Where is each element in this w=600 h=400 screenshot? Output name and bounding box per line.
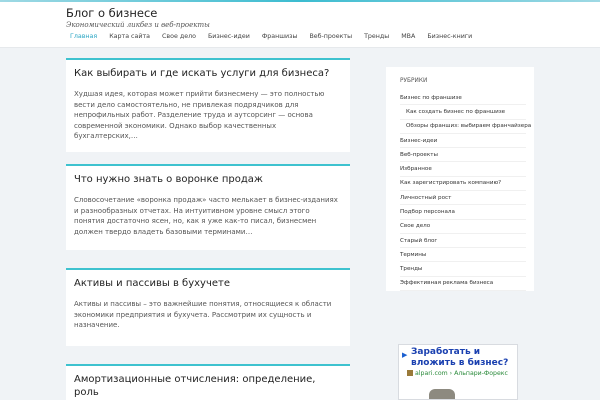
site-branding: Блог о бизнесе Экономический ликбез и ве…	[66, 7, 210, 30]
category-item[interactable]: Личностный рост	[400, 191, 526, 206]
category-list: Бизнес по франшизе Как создать бизнес по…	[386, 85, 534, 291]
nav-item-franchises[interactable]: Франшизы	[256, 31, 304, 42]
category-item[interactable]: Бизнес-идеи	[400, 134, 526, 149]
site-title[interactable]: Блог о бизнесе	[66, 7, 210, 20]
category-item[interactable]: Как зарегистрировать компанию?	[400, 177, 526, 191]
nav-item-mba[interactable]: MBA	[395, 31, 421, 42]
category-item[interactable]: Свое дело	[400, 220, 526, 234]
post-title[interactable]: Что нужно знать о воронке продаж	[66, 166, 350, 186]
category-item[interactable]: Веб-проекты	[400, 148, 526, 163]
ad-source[interactable]: alpari.com › Альпари-Форекс	[407, 370, 508, 377]
ad-image[interactable]	[429, 389, 455, 399]
post-excerpt: Активы и пассивы – это важнейшие понятия…	[74, 300, 332, 329]
category-item[interactable]: Обзоры франшиз: выбираем франчайзера	[400, 120, 531, 134]
nav-item-business-books[interactable]: Бизнес-книги	[421, 31, 478, 42]
ad-favicon-icon	[407, 370, 413, 376]
post-title[interactable]: Активы и пассивы в бухучете	[66, 270, 350, 290]
nav-item-sitemap[interactable]: Карта сайта	[103, 31, 156, 42]
nav-item-own-business[interactable]: Свое дело	[156, 31, 202, 42]
category-item[interactable]: Старый блог	[400, 234, 526, 249]
sidebar-title: РУБРИКИ	[400, 78, 428, 84]
post-title[interactable]: Как выбирать и где искать услуги для биз…	[66, 60, 350, 80]
category-item[interactable]: Термины	[400, 248, 526, 263]
play-arrow-icon: ▶	[402, 351, 408, 359]
sidebar-categories: РУБРИКИ Бизнес по франшизе Как создать б…	[386, 67, 534, 291]
site-header: Блог о бизнесе Экономический ликбез и ве…	[0, 2, 600, 48]
post-card: Активы и пассивы в бухучете Активы и пас…	[66, 268, 350, 346]
category-item[interactable]: Подбор персонала	[400, 205, 526, 220]
ad-headline[interactable]: Заработать и вложить в бизнес?	[411, 347, 515, 369]
post-card: Амортизационные отчисления: определение,…	[66, 364, 350, 400]
nav-item-web-projects[interactable]: Веб-проекты	[303, 31, 358, 42]
category-item[interactable]: Бизнес по франшизе	[400, 91, 526, 106]
post-excerpt: Худшая идея, которая может прийти бизнес…	[74, 90, 325, 140]
ad-banner[interactable]: ▶ Заработать и вложить в бизнес? alpari.…	[398, 344, 518, 400]
nav-item-business-ideas[interactable]: Бизнес-идеи	[202, 31, 256, 42]
nav-item-home[interactable]: Главная	[66, 31, 103, 42]
category-item[interactable]: Как создать бизнес по франшизе	[400, 105, 526, 120]
ad-source-text: alpari.com › Альпари-Форекс	[415, 370, 508, 377]
post-excerpt: Словосочетание «воронка продаж» часто ме…	[74, 196, 338, 236]
category-item[interactable]: Эффективная реклама бизнеса	[400, 277, 526, 291]
main-navigation: Главная Карта сайта Свое дело Бизнес-иде…	[66, 31, 478, 42]
nav-item-trends[interactable]: Тренды	[358, 31, 395, 42]
category-item[interactable]: Тренды	[400, 262, 526, 277]
post-card: Что нужно знать о воронке продаж Словосо…	[66, 164, 350, 250]
post-title[interactable]: Амортизационные отчисления: определение,…	[66, 366, 350, 399]
site-description: Экономический ликбез и веб-проекты	[66, 21, 210, 29]
category-item[interactable]: Избранное	[400, 162, 526, 177]
post-card: Как выбирать и где искать услуги для биз…	[66, 58, 350, 152]
